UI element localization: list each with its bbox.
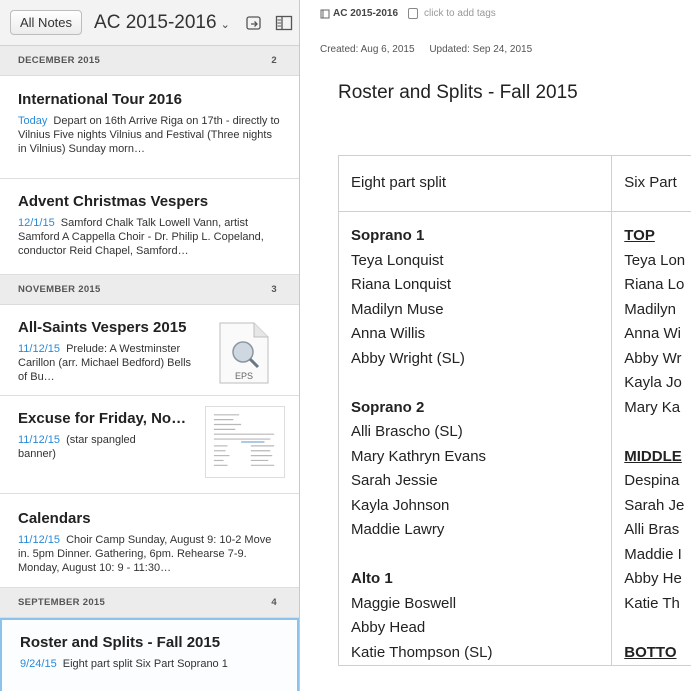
note-list-toolbar: All Notes AC 2015-2016 ⌄ [0,0,299,46]
note-item-roster-splits[interactable]: Roster and Splits - Fall 2015 9/24/15 Ei… [0,618,299,691]
voice-group-heading: MIDDLE [624,447,682,465]
note-title: Advent Christmas Vespers [18,193,209,210]
section-label: NOVEMBER 2015 [18,284,101,295]
add-tags-field[interactable]: click to add tags [424,8,496,19]
all-notes-button[interactable]: All Notes [10,10,83,35]
table-header-cell[interactable]: Six Part [611,155,691,212]
note-date: 9/24/15 [20,658,57,670]
singer-name: Katie Th [624,594,680,612]
singer-name: Abby Head [351,619,426,636]
table-cell-eight-part[interactable]: Soprano 1 Teya Lonquist Riana Lonquist Madi… [337,211,613,666]
note-notebook-link[interactable]: AC 2015-2016 [333,8,398,19]
section-header-september: SEPTEMBER 2015 4 [0,588,299,618]
section-header-november: NOVEMBER 2015 3 [0,275,299,305]
singer-name: Maddie I [624,545,682,563]
note-title: Roster and Splits - Fall 2015 [20,634,221,651]
singer-name: Sarah Jessie [351,472,438,489]
note-date: 12/1/15 [18,217,55,229]
chevron-down-icon: ⌄ [220,18,230,31]
notebook-selector-label: AC 2015-2016 [94,11,217,33]
note-title: International Tour 2016 [18,91,182,108]
note-meta-bar: AC 2015-2016 click to add tags [320,8,496,19]
singer-name: Kayla Jo [624,374,682,391]
note-date: 11/12/15 [18,534,61,546]
note-title: Calendars [18,510,91,527]
note-snippet-text: Depart on 16th Arrive Riga on 17th - dir… [18,115,280,155]
note-dates: Created: Aug 6, 2015 Updated: Sep 24, 20… [320,44,544,55]
singer-name: Kayla Johnson [351,496,450,514]
updated-date: Updated: Sep 24, 2015 [429,44,533,55]
singer-name: Teya Lonquist [351,251,444,269]
singer-name: Despina [624,472,680,489]
singer-name: Teya Lon [624,251,686,269]
note-item-international-tour[interactable]: International Tour 2016 Today Depart on … [0,76,299,179]
table-header-cell[interactable]: Eight part split [337,155,613,212]
note-date: 11/12/15 [18,343,61,355]
tag-icon [408,8,419,19]
singer-name: Madilyn [624,300,676,318]
document-thumbnail [205,406,285,478]
note-heading[interactable]: Roster and Splits - Fall 2015 [338,82,578,104]
table-cell-six-part[interactable]: TOP Teya Lon Riana Lo Madilyn Anna Wi Abby Wr… [611,211,691,666]
roster-table[interactable]: Eight part split Six Part Soprano 1 Teya … [337,155,691,666]
note-item-excuse-friday[interactable]: Excuse for Friday, No… 11/12/15 (star sp… [0,396,299,494]
share-icon[interactable] [245,15,263,31]
note-title: Excuse for Friday, No… [18,410,187,427]
section-label: SEPTEMBER 2015 [18,597,106,608]
view-toggle-icon[interactable] [275,15,293,31]
eps-file-icon: EPS [219,322,269,384]
singer-name: Sarah Je [624,496,685,514]
voice-group-heading: Alto 1 [351,570,393,587]
note-snippet: 11/12/15 Choir Camp Sunday, August 9: 10… [18,533,281,575]
notebook-icon [320,9,330,18]
note-item-all-saints-vespers[interactable]: All-Saints Vespers 2015 11/12/15 Prelude… [0,305,299,396]
voice-group-heading: BOTTO [624,643,677,661]
section-label: DECEMBER 2015 [18,55,101,66]
note-snippet: 12/1/15 Samford Chalk Talk Lowell Vann, … [18,216,281,258]
note-date: 11/12/15 [18,434,61,446]
eps-file-label: EPS [235,371,253,381]
note-item-calendars[interactable]: Calendars 11/12/15 Choir Camp Sunday, Au… [0,494,299,588]
notebook-selector[interactable]: AC 2015-2016 ⌄ [94,12,230,34]
voice-group-heading: Soprano 1 [351,227,425,244]
table-row: Soprano 1 Teya Lonquist Riana Lonquist Madi… [337,211,691,666]
singer-name: Alli Bras [624,521,680,538]
created-date: Created: Aug 6, 2015 [320,44,415,55]
note-snippet: 9/24/15 Eight part split Six Part Sopran… [20,657,279,671]
table-header-row: Eight part split Six Part [337,155,691,212]
section-count: 3 [271,284,277,295]
singer-name: Anna Wi [624,325,681,342]
note-snippet-text: Eight part split Six Part Soprano 1 [62,658,228,670]
singer-name: Abby Wright (SL) [351,349,465,367]
singer-name: Riana Lo [624,276,685,293]
singer-name: Katie Thompson (SL) [351,643,493,661]
singer-name: Madilyn Muse [351,300,444,318]
singer-name: Maddie Lawry [351,521,445,538]
note-item-advent-vespers[interactable]: Advent Christmas Vespers 12/1/15 Samford… [0,179,299,275]
note-snippet: Today Depart on 16th Arrive Riga on 17th… [18,114,281,156]
singer-name: Mary Ka [624,398,681,416]
section-header-december: DECEMBER 2015 2 [0,46,299,76]
section-count: 2 [271,55,277,66]
note-list-panel: All Notes AC 2015-2016 ⌄ DECEMBER 2015 2 … [0,0,300,691]
section-count: 4 [271,597,277,608]
voice-group-heading: Soprano 2 [351,398,425,416]
singer-name: Abby Wr [624,349,682,367]
note-snippet: 11/12/15 (star spangled banner) [18,433,168,461]
note-date: Today [18,115,48,127]
note-editor: AC 2015-2016 click to add tags Created: … [301,0,691,691]
singer-name: Riana Lonquist [351,276,452,293]
singer-name: Alli Brascho (SL) [351,423,463,440]
note-snippet: 11/12/15 Prelude: A Westminster Carillon… [18,342,203,384]
singer-name: Abby He [624,570,682,587]
singer-name: Anna Willis [351,325,426,342]
voice-group-heading: TOP [624,227,655,244]
singer-name: Maggie Boswell [351,594,457,612]
singer-name: Mary Kathryn Evans [351,447,487,465]
